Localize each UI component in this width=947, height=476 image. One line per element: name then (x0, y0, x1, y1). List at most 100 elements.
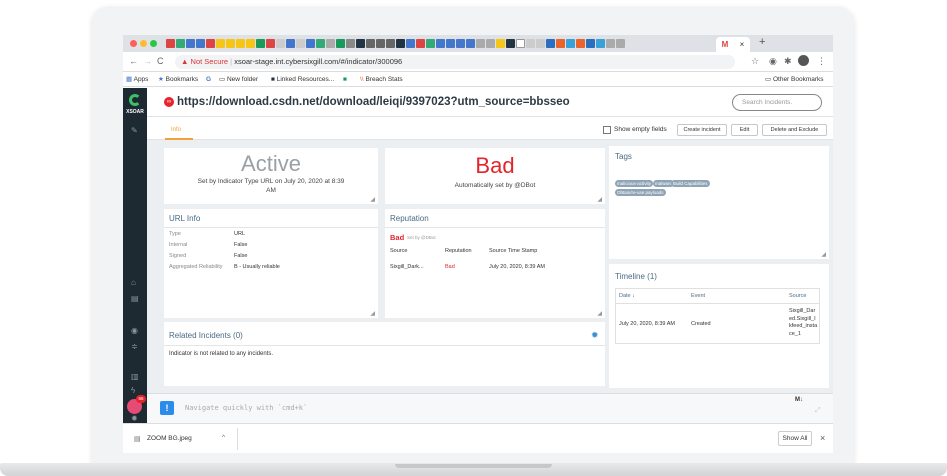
tab-icon[interactable] (606, 39, 615, 48)
tab-icon[interactable] (396, 39, 405, 48)
google-tab-icon[interactable] (526, 39, 535, 48)
tab-icon[interactable] (406, 39, 415, 48)
markdown-icon[interactable]: M↓ (795, 397, 803, 403)
delete-exclude-button[interactable]: Delete and Exclude (762, 124, 827, 136)
search-input[interactable]: Search Incidents. (732, 94, 822, 111)
resize-handle-icon[interactable]: ◢ (597, 310, 602, 317)
dashboard-icon[interactable]: ▤ (131, 294, 139, 303)
other-bookmarks[interactable]: ▭ Other Bookmarks (765, 73, 824, 87)
tab-icon[interactable] (186, 39, 195, 48)
tag-badge[interactable]: Build Capabilities (671, 180, 710, 187)
show-all-button[interactable]: Show All (778, 431, 812, 446)
maximize-window-icon[interactable] (150, 40, 157, 47)
extension-icon[interactable]: ◉ (769, 56, 777, 67)
edit-button[interactable]: Edit (731, 124, 758, 136)
tab-icon[interactable] (336, 39, 345, 48)
tab-icon[interactable] (416, 39, 425, 48)
create-incident-button[interactable]: Create incident (677, 124, 727, 136)
tab-icon[interactable] (576, 39, 585, 48)
tab-icon[interactable] (346, 39, 355, 48)
settings-icon[interactable]: ✹ (131, 414, 138, 423)
google-tab-icon[interactable] (296, 39, 305, 48)
playbooks-icon[interactable]: ▥ (131, 372, 139, 381)
resize-handle-icon[interactable]: ◢ (370, 310, 375, 317)
tab-icon[interactable] (436, 39, 445, 48)
tab-icon[interactable] (486, 39, 495, 48)
sort-date-header[interactable]: Date ↓ (619, 293, 635, 299)
google-tab-icon[interactable] (276, 39, 285, 48)
linked-resources-bookmark[interactable]: ■ Linked Resources... (271, 73, 334, 87)
star-icon[interactable]: ☆ (751, 56, 759, 67)
tab-icon[interactable] (546, 39, 555, 48)
xsoar-logo-icon[interactable] (129, 94, 141, 106)
close-window-icon[interactable] (130, 40, 137, 47)
gmail-tab-icon[interactable] (206, 39, 215, 48)
avatar[interactable]: 66 (127, 395, 146, 414)
pin-icon[interactable]: ✎ (131, 126, 138, 135)
indicators-icon[interactable]: ≑ (131, 342, 138, 351)
resize-handle-icon[interactable]: ◢ (821, 251, 826, 258)
tab-icon[interactable] (516, 39, 525, 48)
tab-icon[interactable] (536, 39, 545, 48)
close-tab-icon[interactable]: × (740, 40, 745, 49)
tab-icon[interactable] (566, 39, 575, 48)
tab-icon[interactable] (216, 39, 225, 48)
resize-handle-icon[interactable]: ◢ (370, 196, 375, 203)
tab-icon[interactable] (496, 39, 505, 48)
sheets-icon[interactable]: ■ (343, 73, 347, 87)
tab-icon[interactable] (506, 39, 515, 48)
tab-icon[interactable] (236, 39, 245, 48)
tab-icon[interactable] (386, 39, 395, 48)
tab-icon[interactable] (306, 39, 315, 48)
tag-badge[interactable]: Obtain/re-use payloads (615, 189, 666, 196)
tab-icon[interactable] (176, 39, 185, 48)
cli-icon[interactable]: ! (160, 401, 174, 415)
new-folder-bookmark[interactable]: ▭ New folder (219, 73, 258, 87)
download-filename[interactable]: ZOOM BG.jpeg (147, 435, 192, 442)
tab-active[interactable]: M × (716, 37, 750, 52)
tag-badge[interactable]: malicious-activity (615, 180, 654, 187)
tab-icon[interactable] (366, 39, 375, 48)
tab-icon[interactable] (256, 39, 265, 48)
table-cell[interactable]: Sixgill_Dark... (390, 264, 424, 270)
resize-handle-icon[interactable]: ◢ (597, 196, 602, 203)
chevron-up-icon[interactable]: ^ (222, 434, 225, 441)
back-icon[interactable]: ← (129, 56, 138, 66)
google-icon[interactable]: G (206, 73, 211, 87)
tab-icon[interactable] (286, 39, 295, 48)
home-icon[interactable]: ⌂ (131, 278, 136, 287)
tab-icon[interactable] (226, 39, 235, 48)
breach-stats-bookmark[interactable]: \\ Breach Stats (360, 73, 403, 87)
tab-icon[interactable] (456, 39, 465, 48)
bookmarks-bookmark[interactable]: ★ Bookmarks (158, 73, 198, 87)
tab-icon[interactable] (476, 39, 485, 48)
show-empty-checkbox[interactable] (603, 126, 611, 134)
tab-icon[interactable] (196, 39, 205, 48)
close-icon[interactable]: × (820, 433, 825, 443)
apps-bookmark[interactable]: ▦ Apps (126, 73, 148, 87)
tab-icon[interactable] (426, 39, 435, 48)
tab-info[interactable]: Info (171, 127, 181, 133)
threat-intel-icon[interactable]: ◉ (131, 326, 138, 335)
tab-icon[interactable] (326, 39, 335, 48)
tab-icon[interactable] (596, 39, 605, 48)
tab-icon[interactable] (316, 39, 325, 48)
cli-input[interactable]: Navigate quickly with `cmd+k` (185, 404, 307, 412)
tab-icon[interactable] (616, 39, 625, 48)
expand-icon[interactable]: ⤢ (815, 407, 821, 415)
gear-icon[interactable]: ✹ (591, 330, 599, 341)
minimize-window-icon[interactable] (140, 40, 147, 47)
url-input[interactable]: ▲ Not Secure | xsoar-stage.int.cybersixg… (175, 55, 735, 69)
tab-icon[interactable] (266, 39, 275, 48)
gmail-tab-icon[interactable] (166, 39, 175, 48)
menu-icon[interactable]: ⋮ (817, 56, 826, 67)
puzzle-icon[interactable]: ✱ (784, 56, 792, 67)
automation-icon[interactable]: ϟ (131, 386, 135, 395)
reload-icon[interactable]: C (157, 56, 164, 66)
tab-icon[interactable] (246, 39, 255, 48)
tab-icon[interactable] (356, 39, 365, 48)
tab-icon[interactable] (376, 39, 385, 48)
forward-icon[interactable]: → (143, 56, 152, 66)
tab-icon[interactable] (556, 39, 565, 48)
profile-avatar[interactable] (798, 55, 809, 66)
